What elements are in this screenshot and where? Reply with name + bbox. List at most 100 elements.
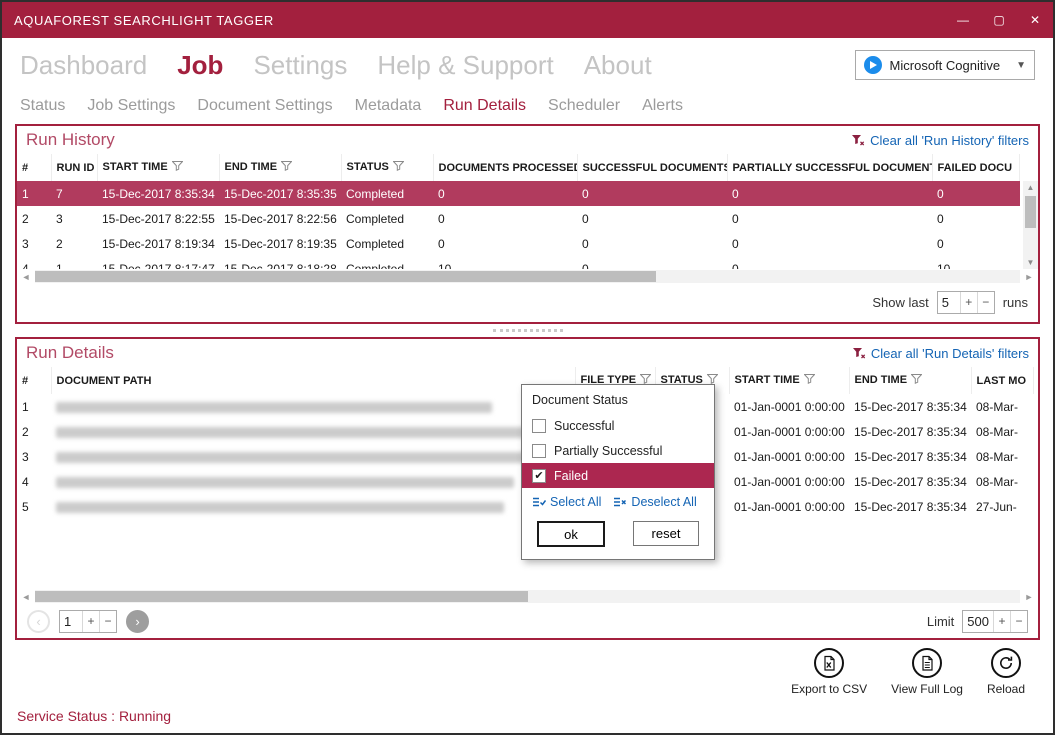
horizontal-scroll-thumb[interactable] (35, 271, 656, 282)
clear-run-history-filters-link[interactable]: Clear all 'Run History' filters (851, 133, 1029, 148)
scroll-up-icon[interactable]: ▲ (1027, 181, 1035, 194)
filter-option-partially-successful[interactable]: Partially Successful (522, 438, 714, 463)
cell-last-modified: 27-Jun- (971, 494, 1034, 519)
limit-value[interactable]: 500 (963, 614, 993, 629)
col-header-partially-successful-documents[interactable]: PARTIALLY SUCCESSFUL DOCUMENTS (727, 154, 932, 181)
scroll-right-icon[interactable]: ► (1023, 272, 1035, 282)
filter-funnel-icon[interactable] (911, 375, 922, 387)
filter-funnel-icon[interactable] (804, 375, 815, 387)
nav-settings[interactable]: Settings (253, 50, 347, 81)
tab-status[interactable]: Status (20, 97, 65, 115)
scroll-down-icon[interactable]: ▼ (1027, 256, 1035, 269)
tab-job-settings[interactable]: Job Settings (87, 97, 175, 115)
panel-splitter[interactable] (2, 324, 1053, 337)
service-status-value: Running (119, 708, 171, 724)
select-all-link[interactable]: Select All (532, 495, 601, 509)
export-to-csv-button[interactable]: Export to CSV (791, 648, 867, 696)
horizontal-scroll-track[interactable] (35, 590, 1020, 603)
deselect-all-label: Deselect All (631, 495, 696, 509)
scroll-left-icon[interactable]: ◄ (20, 272, 32, 282)
cell-path (51, 444, 575, 469)
checkbox-failed-checked[interactable]: ✔ (532, 469, 546, 483)
cell-status: Completed (341, 206, 433, 231)
col-header-run-id[interactable]: RUN ID (51, 154, 97, 181)
cell-num: 1 (17, 394, 51, 419)
cell-end-time: 15-Dec-2017 8:19:35 (219, 231, 341, 256)
filter-funnel-icon[interactable] (172, 162, 183, 174)
deselect-all-link[interactable]: Deselect All (613, 495, 696, 509)
table-row[interactable]: 1715-Dec-2017 8:35:3415-Dec-2017 8:35:35… (17, 181, 1020, 206)
col-header-end-time[interactable]: END TIME (849, 367, 971, 394)
col-header-last-modified[interactable]: LAST MO (971, 367, 1034, 394)
col-header-start-time[interactable]: START TIME (729, 367, 849, 394)
filter-funnel-icon[interactable] (393, 162, 404, 174)
col-header-num[interactable]: # (17, 367, 51, 394)
page-value[interactable]: 1 (60, 614, 82, 629)
maximize-button[interactable]: ▢ (981, 2, 1017, 38)
tab-scheduler[interactable]: Scheduler (548, 97, 620, 115)
close-button[interactable]: ✕ (1017, 2, 1053, 38)
cell-end-time: 15-Dec-2017 8:35:34 (849, 394, 971, 419)
nav-help-support[interactable]: Help & Support (377, 50, 553, 81)
nav-dashboard[interactable]: Dashboard (20, 50, 147, 81)
decrement-button[interactable]: − (977, 292, 994, 313)
vertical-scrollbar[interactable]: ▲ ▼ (1023, 181, 1038, 269)
col-header-failed-documents[interactable]: FAILED DOCU (932, 154, 1020, 181)
select-all-label: Select All (550, 495, 601, 509)
tab-metadata[interactable]: Metadata (355, 97, 422, 115)
nav-job[interactable]: Job (177, 50, 223, 81)
decrement-button[interactable]: − (1010, 611, 1027, 632)
increment-button[interactable]: + (82, 611, 99, 632)
col-header-num[interactable]: # (17, 154, 51, 181)
window-title: AQUAFOREST SEARCHLIGHT TAGGER (2, 13, 274, 28)
increment-button[interactable]: + (993, 611, 1010, 632)
col-header-end-time[interactable]: END TIME (219, 154, 341, 181)
minimize-button[interactable]: — (945, 2, 981, 38)
cell-num: 1 (17, 181, 51, 206)
scroll-right-icon[interactable]: ► (1023, 592, 1035, 602)
horizontal-scroll-track[interactable] (35, 270, 1020, 283)
view-full-log-button[interactable]: View Full Log (891, 648, 963, 696)
cell-partially-successful-documents: 0 (727, 256, 932, 269)
reload-label: Reload (987, 682, 1025, 696)
cell-end-time: 15-Dec-2017 8:22:56 (219, 206, 341, 231)
col-header-start-time[interactable]: START TIME (97, 154, 219, 181)
horizontal-scroll-thumb[interactable] (35, 591, 528, 602)
horizontal-scrollbar[interactable]: ◄ ► (17, 589, 1038, 604)
filter-funnel-icon[interactable] (281, 162, 292, 174)
tab-alerts[interactable]: Alerts (642, 97, 683, 115)
filter-option-failed[interactable]: ✔ Failed (522, 463, 714, 488)
col-header-successful-documents[interactable]: SUCCESSFUL DOCUMENTS (577, 154, 727, 181)
previous-page-button[interactable]: ‹ (27, 610, 50, 633)
limit-group: Limit 500 + − (927, 610, 1028, 633)
table-row[interactable]: 4115-Dec-2017 8:17:4715-Dec-2017 8:18:28… (17, 256, 1020, 269)
splitter-handle[interactable] (493, 329, 563, 332)
vertical-scroll-thumb[interactable] (1025, 196, 1036, 228)
cell-num: 4 (17, 256, 51, 269)
checkbox-partially-successful[interactable] (532, 444, 546, 458)
decrement-button[interactable]: − (99, 611, 116, 632)
tab-run-details[interactable]: Run Details (443, 97, 526, 115)
document-path-redacted (56, 452, 534, 463)
col-header-documents-processed[interactable]: DOCUMENTS PROCESSED (433, 154, 577, 181)
ok-button[interactable]: ok (537, 521, 605, 547)
reload-button[interactable]: Reload (987, 648, 1025, 696)
reset-button[interactable]: reset (633, 521, 699, 546)
col-header-document-path[interactable]: DOCUMENT PATH (51, 367, 575, 394)
scroll-left-icon[interactable]: ◄ (20, 592, 32, 602)
nav-about[interactable]: About (584, 50, 652, 81)
filter-option-successful[interactable]: Successful (522, 413, 714, 438)
table-row[interactable]: 2315-Dec-2017 8:22:5515-Dec-2017 8:22:56… (17, 206, 1020, 231)
next-page-button[interactable]: › (126, 610, 149, 633)
cell-end-time: 15-Dec-2017 8:35:35 (219, 181, 341, 206)
horizontal-scrollbar[interactable]: ◄ ► (17, 269, 1038, 284)
increment-button[interactable]: + (960, 292, 977, 313)
show-last-value[interactable]: 5 (938, 295, 960, 310)
titlebar: AQUAFOREST SEARCHLIGHT TAGGER — ▢ ✕ (2, 2, 1053, 38)
col-header-status[interactable]: STATUS (341, 154, 433, 181)
tab-document-settings[interactable]: Document Settings (197, 97, 332, 115)
engine-selector-dropdown[interactable]: Microsoft Cognitive ▼ (855, 50, 1035, 80)
checkbox-successful[interactable] (532, 419, 546, 433)
clear-run-details-filters-link[interactable]: Clear all 'Run Details' filters (852, 346, 1029, 361)
table-row[interactable]: 3215-Dec-2017 8:19:3415-Dec-2017 8:19:35… (17, 231, 1020, 256)
